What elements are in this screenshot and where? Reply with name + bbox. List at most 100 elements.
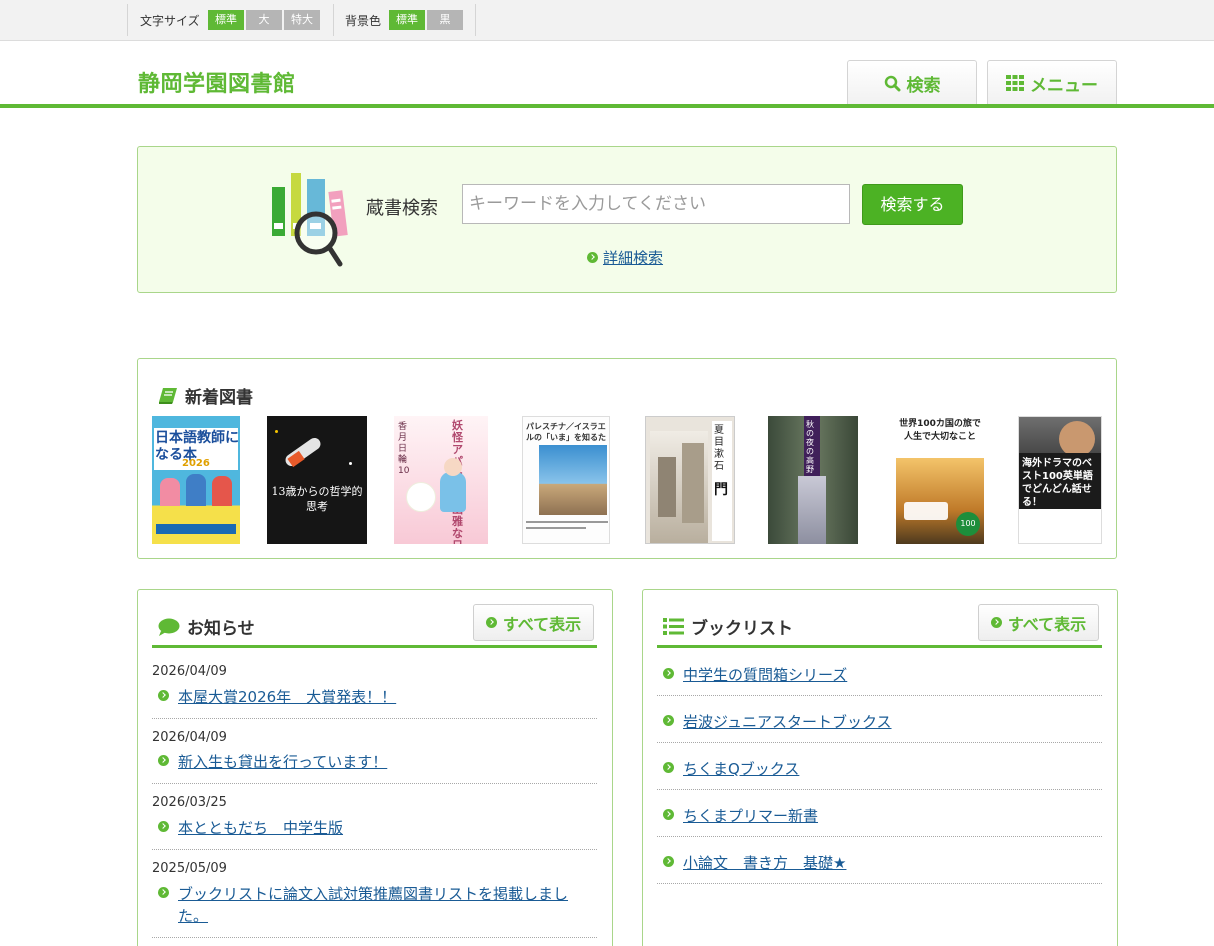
new-books-heading: 新着図書 [158, 383, 253, 408]
font-size-xlarge-button[interactable]: 特大 [284, 10, 320, 30]
chevron-right-icon [663, 715, 674, 726]
news-divider [152, 645, 597, 648]
utility-bar: 文字サイズ 標準 大 特大 背景色 標準 黒 [0, 0, 1214, 41]
booklist-item-text: 小論文 書き方 基礎★ [683, 854, 847, 872]
book-cover-title: 海外ドラマのベスト100英単語でどんどん話せる！ [1022, 458, 1093, 507]
booklist-item[interactable]: 岩波ジュニアスタートブックス [663, 711, 1103, 733]
book-cover[interactable]: 13歳からの哲学的思考 [267, 416, 367, 544]
chevron-right-icon [990, 617, 1002, 628]
header-menu-button[interactable]: メニュー [987, 60, 1117, 105]
bg-standard-button[interactable]: 標準 [389, 10, 425, 30]
divider [333, 4, 334, 36]
search-submit-button[interactable]: 検索する [862, 184, 963, 225]
book-cover[interactable]: 秋の夜の高野聖 [768, 416, 858, 544]
book-cover[interactable]: 世界100カ国の旅で人生で大切なこと 100 [896, 416, 984, 544]
news-item-link[interactable]: 本屋大賞2026年 大賞発表！！ [158, 686, 603, 708]
book-cover-title: 秋の夜の高野聖 [806, 420, 814, 474]
list-icon [663, 618, 684, 635]
chevron-right-icon [663, 856, 674, 867]
chevron-right-icon [663, 809, 674, 820]
book-cover[interactable]: 海外ドラマのベスト100英単語でどんどん話せる！ [1018, 416, 1102, 544]
divider [152, 783, 597, 784]
news-title: お知らせ [187, 619, 255, 639]
grid-menu-icon [1006, 75, 1024, 91]
news-date: 2026/03/25 [152, 795, 227, 810]
booklist-item-text: 中学生の質問箱シリーズ [683, 666, 848, 684]
news-item-text: 本屋大賞2026年 大賞発表！！ [178, 688, 397, 706]
advanced-search-label: 詳細検索 [603, 249, 664, 267]
divider [657, 742, 1102, 743]
book-cover-title: パレスチナ／イスラエルの「いま」を知るための24章 [526, 422, 606, 442]
book-cover-title: 13歳からの哲学的思考 [271, 485, 363, 513]
booklist-show-all-button[interactable]: すべて表示 [978, 604, 1099, 641]
divider [657, 836, 1102, 837]
new-books-title: 新着図書 [185, 388, 253, 408]
chevron-right-icon [158, 690, 169, 701]
news-item-link[interactable]: 本とともだち 中学生版 [158, 817, 603, 839]
news-date: 2026/04/09 [152, 664, 227, 679]
chevron-right-icon [158, 755, 169, 766]
booklist-item[interactable]: ちくまプリマー新書 [663, 805, 1103, 827]
search-label: 蔵書検索 [366, 198, 438, 219]
booklist-item[interactable]: 中学生の質問箱シリーズ [663, 664, 1103, 686]
booklist-item-text: 岩波ジュニアスタートブックス [683, 713, 892, 731]
booklist-item[interactable]: 小論文 書き方 基礎★ [663, 852, 1103, 874]
book-cover-subtitle: 夏目漱石 [714, 425, 724, 472]
news-item-text: 本とともだち 中学生版 [178, 819, 344, 837]
news-show-all-button[interactable]: すべて表示 [473, 604, 594, 641]
header-divider [0, 104, 1214, 108]
search-panel: 蔵書検索 検索する 詳細検索 [137, 146, 1117, 293]
news-item-text: ブックリストに論文入試対策推薦図書リストを掲載しました。 [178, 885, 569, 925]
booklist-panel: ブックリスト すべて表示 中学生の質問箱シリーズ 岩波ジュニアスタートブックス … [642, 589, 1118, 946]
book-cover[interactable]: 夏目漱石 門 [645, 416, 735, 544]
news-item-link[interactable]: 新入生も貸出を行っています！ [158, 751, 603, 773]
divider [657, 695, 1102, 696]
book-cover-title: 門 [714, 482, 728, 498]
book-search-icon [272, 173, 348, 267]
news-panel: お知らせ すべて表示 2026/04/09 本屋大賞2026年 大賞発表！！ 2… [137, 589, 613, 946]
bg-black-button[interactable]: 黒 [427, 10, 463, 30]
chevron-right-icon [485, 617, 497, 628]
search-input[interactable] [462, 184, 850, 224]
news-date: 2025/05/09 [152, 861, 227, 876]
header-menu-label: メニュー [1030, 75, 1098, 96]
booklist-heading: ブックリスト [663, 614, 793, 639]
header-search-button[interactable]: 検索 [847, 60, 977, 105]
book-cover-subtitle: 100 [956, 512, 980, 536]
booklist-show-all-label: すべて表示 [1007, 614, 1087, 634]
search-icon [884, 75, 900, 91]
book-icon [159, 387, 177, 404]
chevron-right-icon [587, 252, 598, 263]
news-heading: お知らせ [158, 614, 255, 639]
bg-color-label: 背景色 [345, 14, 382, 28]
chevron-right-icon [158, 821, 169, 832]
divider [152, 937, 597, 938]
site-title[interactable]: 静岡学園図書館 [138, 66, 296, 98]
divider [152, 849, 597, 850]
news-item-link[interactable]: ブックリストに論文入試対策推薦図書リストを掲載しました。 [158, 883, 588, 927]
book-cover[interactable]: 日本語教師になる本 2026 [152, 416, 240, 544]
book-cover-subtitle: 2026 [182, 458, 210, 469]
divider [127, 4, 128, 36]
new-books-panel: 新着図書 日本語教師になる本 2026 13歳からの哲学的思考 妖怪アパートの幽… [137, 358, 1117, 559]
news-show-all-label: すべて表示 [502, 614, 582, 634]
chevron-right-icon [663, 668, 674, 679]
divider [657, 883, 1102, 884]
divider [152, 718, 597, 719]
divider [657, 789, 1102, 790]
booklist-item-text: ちくまQブックス [683, 760, 800, 778]
news-date: 2026/04/09 [152, 730, 227, 745]
book-cover[interactable]: 妖怪アパートの幽雅な日常 香月日輪 10 [394, 416, 488, 544]
divider [475, 4, 476, 36]
font-size-standard-button[interactable]: 標準 [208, 10, 244, 30]
font-size-large-button[interactable]: 大 [246, 10, 282, 30]
book-cover-subtitle: 香月日輪 10 [398, 422, 410, 476]
font-size-label: 文字サイズ [140, 14, 200, 28]
advanced-search-link[interactable]: 詳細検索 [587, 247, 663, 268]
booklist-item[interactable]: ちくまQブックス [663, 758, 1103, 780]
speech-bubble-icon [158, 618, 180, 636]
chevron-right-icon [663, 762, 674, 773]
header-search-label: 検索 [906, 75, 941, 96]
book-cover[interactable]: パレスチナ／イスラエルの「いま」を知るための24章 [522, 416, 610, 544]
news-item-text: 新入生も貸出を行っています！ [178, 753, 388, 771]
